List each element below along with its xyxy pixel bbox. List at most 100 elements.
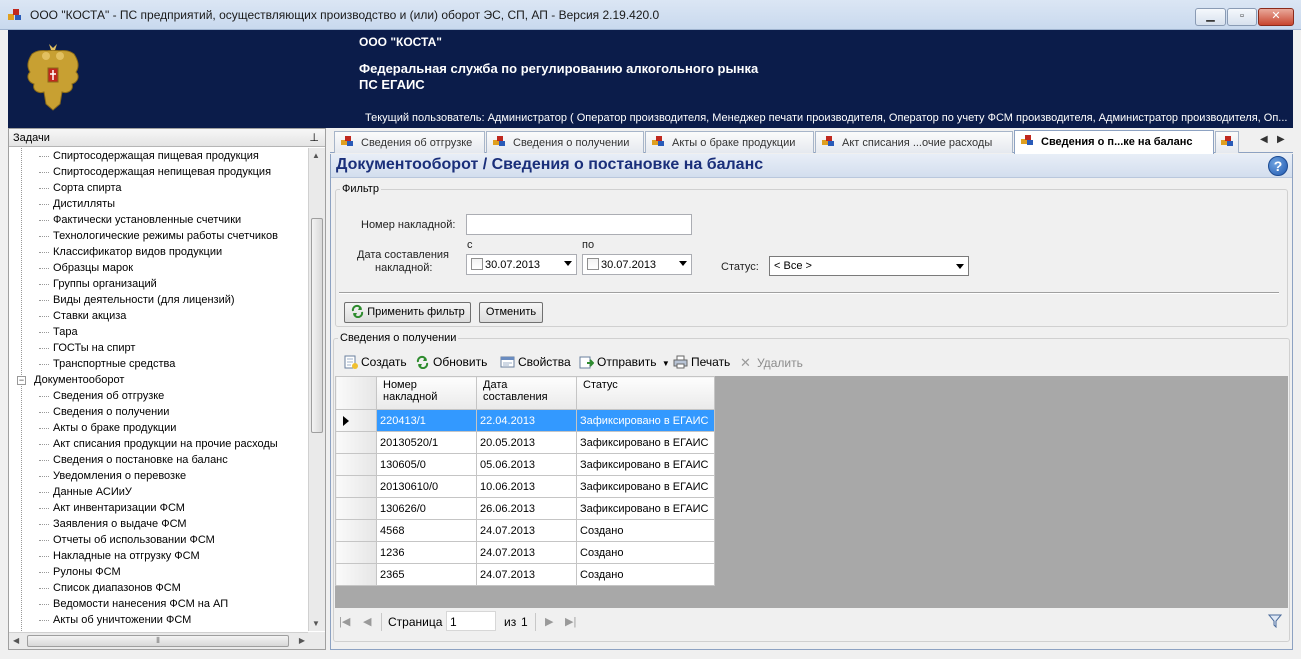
cell-number[interactable]: 20130610/0 xyxy=(376,475,477,498)
previous-page-icon[interactable]: ◀ xyxy=(363,615,371,628)
cell-date[interactable]: 10.06.2013 xyxy=(476,475,577,498)
row-header[interactable] xyxy=(335,519,377,542)
apply-filter-button[interactable]: Применить фильтр xyxy=(344,302,471,323)
maximize-button[interactable]: ▫ xyxy=(1227,8,1257,26)
tree-horizontal-scrollbar[interactable]: ◀ ⦀ ▶ xyxy=(9,632,309,649)
pin-icon[interactable]: ⊥ xyxy=(309,131,319,144)
properties-button[interactable]: Свойства xyxy=(500,355,571,369)
column-header-date[interactable]: Дата составления xyxy=(476,376,577,410)
date-to-picker[interactable]: 30.07.2013 xyxy=(582,254,692,275)
tree-vertical-scrollbar[interactable]: ▲ ▼ xyxy=(308,148,325,631)
tree-item[interactable]: Акты о браке продукции xyxy=(9,420,309,436)
scroll-left-icon[interactable]: ◀ xyxy=(13,636,19,645)
cell-date[interactable]: 05.06.2013 xyxy=(476,453,577,476)
create-button[interactable]: Создать xyxy=(343,355,407,369)
tree-item[interactable]: Данные АСИиУ xyxy=(9,484,309,500)
tab-shipment-info[interactable]: Сведения об отгрузке xyxy=(334,131,485,153)
tree-item[interactable]: Сведения об отгрузке xyxy=(9,388,309,404)
tree-item[interactable]: Акт списания продукции на прочие расходы xyxy=(9,436,309,452)
minimize-button[interactable]: ▁ xyxy=(1195,8,1226,26)
cell-status[interactable]: Создано xyxy=(576,563,715,586)
tab-defect-acts[interactable]: Акты о браке продукции xyxy=(645,131,814,153)
collapse-icon[interactable]: − xyxy=(17,376,26,385)
tree-item[interactable]: Группы организаций xyxy=(9,276,309,292)
cell-status[interactable]: Создано xyxy=(576,519,715,542)
help-icon[interactable]: ? xyxy=(1268,156,1288,176)
scroll-up-icon[interactable]: ▲ xyxy=(312,151,320,160)
cell-date[interactable]: 26.06.2013 xyxy=(476,497,577,520)
column-header-status[interactable]: Статус xyxy=(576,376,715,410)
next-page-icon[interactable]: ▶ xyxy=(545,615,553,628)
scroll-down-icon[interactable]: ▼ xyxy=(312,619,320,628)
tree-item[interactable]: Технологические режимы работы счетчиков xyxy=(9,228,309,244)
tree-item[interactable]: Фактически установленные счетчики xyxy=(9,212,309,228)
tab-overflow[interactable] xyxy=(1215,131,1239,153)
page-number-input[interactable]: 1 xyxy=(446,611,496,631)
table-row[interactable]: 4568 24.07.2013 Создано xyxy=(335,519,715,542)
filter-funnel-icon[interactable] xyxy=(1268,614,1282,628)
tree-item[interactable]: Акт инвентаризации ФСМ xyxy=(9,500,309,516)
cell-date[interactable]: 24.07.2013 xyxy=(476,541,577,564)
cell-number[interactable]: 4568 xyxy=(376,519,477,542)
table-row[interactable]: 20130610/0 10.06.2013 Зафиксировано в ЕГАИ… xyxy=(335,475,715,498)
table-row[interactable]: 20130520/1 20.05.2013 Зафиксировано в ЕГАИ… xyxy=(335,431,715,454)
scrollbar-thumb[interactable] xyxy=(311,218,323,433)
table-row[interactable]: 1236 24.07.2013 Создано xyxy=(335,541,715,564)
date-from-picker[interactable]: 30.07.2013 xyxy=(466,254,577,275)
cell-number[interactable]: 220413/1 xyxy=(376,409,477,432)
tree-item[interactable]: Сорта спирта xyxy=(9,180,309,196)
tree-item[interactable]: Список диапазонов ФСМ xyxy=(9,580,309,596)
cell-date[interactable]: 24.07.2013 xyxy=(476,519,577,542)
tree-item[interactable]: Ставки акциза xyxy=(9,308,309,324)
cell-number[interactable]: 2365 xyxy=(376,563,477,586)
tree-item[interactable]: Тара xyxy=(9,324,309,340)
date-from-checkbox[interactable] xyxy=(471,258,483,270)
first-page-icon[interactable]: |◀ xyxy=(339,615,350,628)
refresh-button[interactable]: Обновить xyxy=(415,355,487,369)
tree-item[interactable]: Рулоны ФСМ xyxy=(9,564,309,580)
tree-item[interactable]: ГОСТы на спирт xyxy=(9,340,309,356)
tree-item[interactable]: Заявления о выдаче ФСМ xyxy=(9,516,309,532)
cell-status[interactable]: Зафиксировано в ЕГАИС xyxy=(576,453,715,476)
column-header-number[interactable]: Номер накладной xyxy=(376,376,477,410)
cell-date[interactable]: 24.07.2013 xyxy=(476,563,577,586)
cell-status[interactable]: Зафиксировано в ЕГАИС xyxy=(576,497,715,520)
tree-item[interactable]: Транспортные средства xyxy=(9,356,309,372)
invoice-number-input[interactable] xyxy=(466,214,692,235)
chevron-down-icon[interactable] xyxy=(679,261,687,266)
date-to-checkbox[interactable] xyxy=(587,258,599,270)
tab-scroll-right-icon[interactable]: ▶ xyxy=(1277,134,1285,145)
cell-status[interactable]: Зафиксировано в ЕГАИС xyxy=(576,475,715,498)
tree-item[interactable]: Спиртосодержащая непищевая продукция xyxy=(9,164,309,180)
cell-date[interactable]: 20.05.2013 xyxy=(476,431,577,454)
tree-item[interactable]: Уведомления о перевозке xyxy=(9,468,309,484)
cell-status[interactable]: Зафиксировано в ЕГАИС xyxy=(576,431,715,454)
row-header[interactable] xyxy=(335,541,377,564)
tree-item[interactable]: Акты об уничтожении ФСМ xyxy=(9,612,309,628)
row-header[interactable] xyxy=(335,453,377,476)
tree-item[interactable]: Сведения о постановке на баланс xyxy=(9,452,309,468)
table-row[interactable]: 220413/1 22.04.2013 Зафиксировано в ЕГАИС xyxy=(335,409,715,432)
cell-date[interactable]: 22.04.2013 xyxy=(476,409,577,432)
cell-status[interactable]: Зафиксировано в ЕГАИС xyxy=(576,409,715,432)
tree-item[interactable]: Накладные на отгрузку ФСМ xyxy=(9,548,309,564)
tree-group-documents[interactable]: − Документооборот xyxy=(9,372,309,388)
tab-receipt-info[interactable]: Сведения о получении xyxy=(486,131,644,153)
row-header[interactable] xyxy=(335,409,377,432)
tab-scroll-left-icon[interactable]: ◀ xyxy=(1260,134,1268,145)
cell-number[interactable]: 130626/0 xyxy=(376,497,477,520)
chevron-down-icon[interactable]: ▼ xyxy=(662,359,670,368)
tree-item[interactable]: Спиртосодержащая пищевая продукция xyxy=(9,148,309,164)
send-button[interactable]: Отправить ▼ xyxy=(579,355,670,369)
row-header[interactable] xyxy=(335,475,377,498)
tree-item[interactable]: Ведомости нанесения ФСМ на АП xyxy=(9,596,309,612)
tree-item[interactable]: Отчеты об использовании ФСМ xyxy=(9,532,309,548)
table-row[interactable]: 130626/0 26.06.2013 Зафиксировано в ЕГАИС xyxy=(335,497,715,520)
scrollbar-thumb[interactable]: ⦀ xyxy=(27,635,289,647)
close-button[interactable]: ✕ xyxy=(1258,8,1294,26)
table-row[interactable]: 2365 24.07.2013 Создано xyxy=(335,563,715,586)
cell-number[interactable]: 1236 xyxy=(376,541,477,564)
tab-write-off-act[interactable]: Акт списания ...очие расходы xyxy=(815,131,1013,153)
tree-item[interactable]: Виды деятельности (для лицензий) xyxy=(9,292,309,308)
delete-button[interactable]: ✕ Удалить xyxy=(740,355,803,371)
